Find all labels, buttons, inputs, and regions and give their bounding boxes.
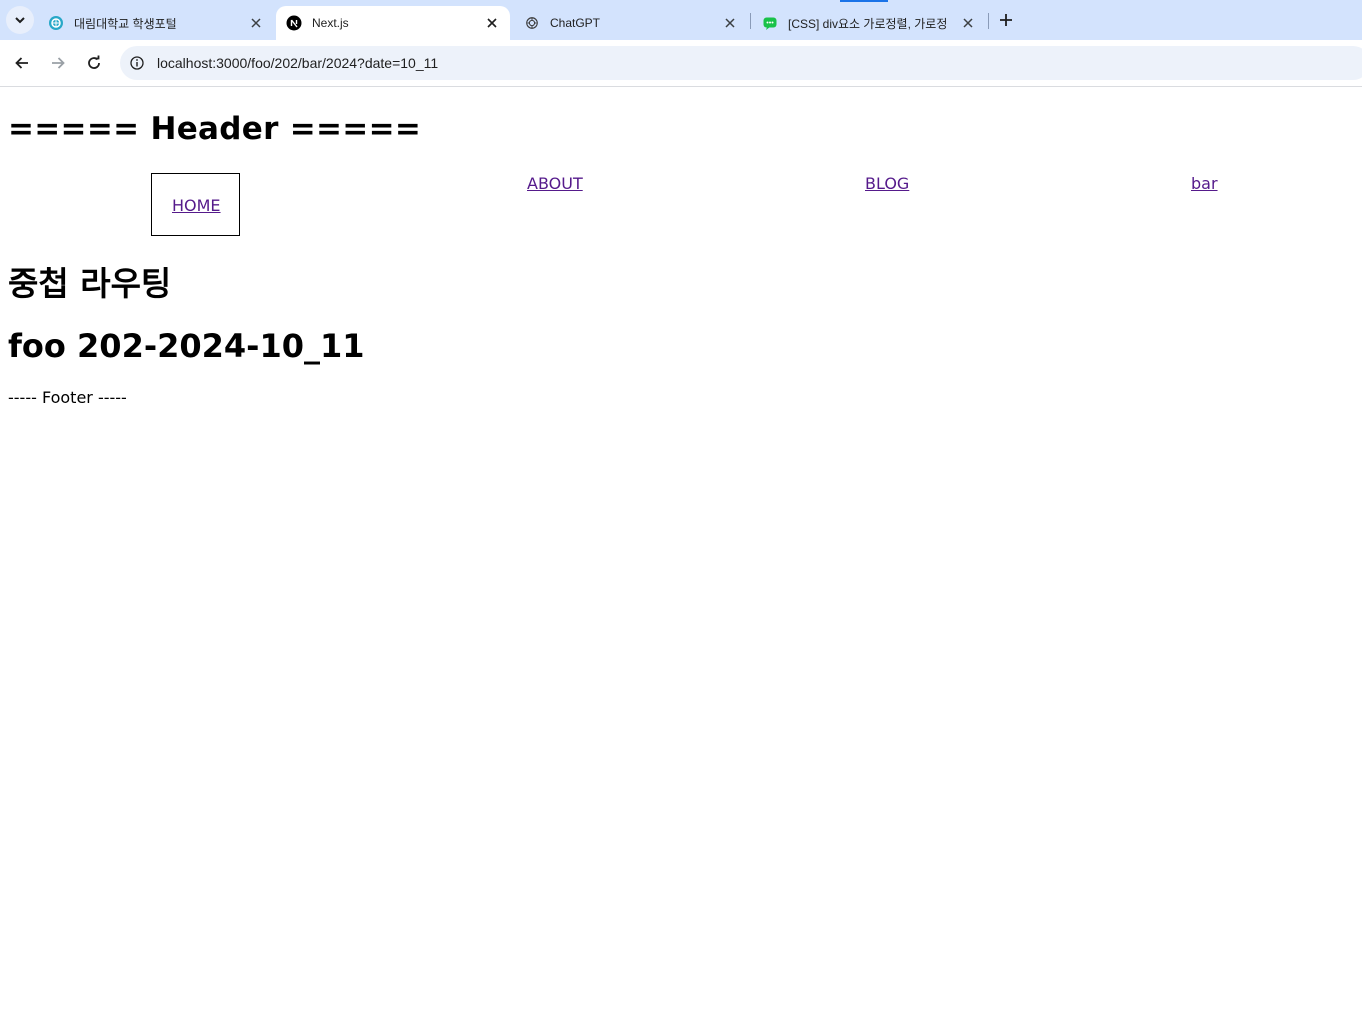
page-content: ===== Header ===== HOME ABOUT BLOG bar 중… bbox=[0, 87, 1362, 1025]
address-bar-url[interactable]: localhost:3000/foo/202/bar/2024?date=10_… bbox=[157, 55, 438, 71]
tab-progress-indicator bbox=[840, 0, 888, 2]
nav-link-about[interactable]: ABOUT bbox=[527, 174, 583, 193]
arrow-right-icon bbox=[52, 57, 65, 69]
plus-icon bbox=[1000, 14, 1012, 26]
tab-title: [CSS] div요소 가로정렬, 가로정 bbox=[788, 16, 948, 31]
tab-search-button[interactable] bbox=[6, 6, 34, 34]
blog-favicon-icon bbox=[762, 15, 778, 31]
page-footer: ----- Footer ----- bbox=[8, 388, 127, 407]
reload-button[interactable] bbox=[80, 49, 108, 77]
forward-button[interactable] bbox=[44, 49, 72, 77]
back-button[interactable] bbox=[8, 49, 36, 77]
tab-title: 대림대학교 학생포털 bbox=[74, 16, 177, 31]
site-info-icon[interactable] bbox=[128, 54, 146, 72]
new-tab-button[interactable] bbox=[994, 8, 1018, 32]
nextjs-favicon-icon bbox=[286, 15, 302, 31]
browser-toolbar: localhost:3000/foo/202/bar/2024?date=10_… bbox=[0, 40, 1362, 87]
close-icon[interactable] bbox=[960, 15, 976, 31]
close-icon[interactable] bbox=[248, 15, 264, 31]
route-params-heading: foo 202-2024-10_11 bbox=[8, 327, 365, 365]
chevron-down-icon bbox=[15, 17, 25, 24]
tab-separator bbox=[750, 13, 751, 29]
tab-strip: 대림대학교 학생포털 Next.js ChatGPT [CSS] div요소 가… bbox=[0, 0, 1362, 40]
address-bar[interactable]: localhost:3000/foo/202/bar/2024?date=10_… bbox=[120, 46, 1362, 80]
nav-link-home[interactable]: HOME bbox=[172, 196, 221, 215]
arrow-left-icon bbox=[15, 57, 28, 69]
reload-icon bbox=[88, 55, 100, 69]
tab-nextjs[interactable]: Next.js bbox=[276, 6, 510, 40]
tab-chatgpt[interactable]: ChatGPT bbox=[514, 6, 748, 40]
page-header: ===== Header ===== bbox=[8, 111, 422, 147]
tab-title: Next.js bbox=[312, 16, 349, 30]
tab-school-portal[interactable]: 대림대학교 학생포털 bbox=[38, 6, 274, 40]
nav-link-bar[interactable]: bar bbox=[1191, 174, 1218, 193]
page-heading: 중첩 라우팅 bbox=[8, 264, 172, 303]
main-nav: HOME ABOUT BLOG bar bbox=[0, 173, 1362, 237]
chatgpt-favicon-icon bbox=[524, 15, 540, 31]
school-favicon-icon bbox=[48, 15, 64, 31]
home-link-box: HOME bbox=[151, 173, 240, 236]
tab-separator bbox=[988, 13, 989, 29]
close-icon[interactable] bbox=[722, 15, 738, 31]
tab-title: ChatGPT bbox=[550, 16, 601, 30]
close-icon[interactable] bbox=[484, 15, 500, 31]
nav-link-blog[interactable]: BLOG bbox=[865, 174, 909, 193]
tab-css-blog[interactable]: [CSS] div요소 가로정렬, 가로정 bbox=[752, 6, 986, 40]
